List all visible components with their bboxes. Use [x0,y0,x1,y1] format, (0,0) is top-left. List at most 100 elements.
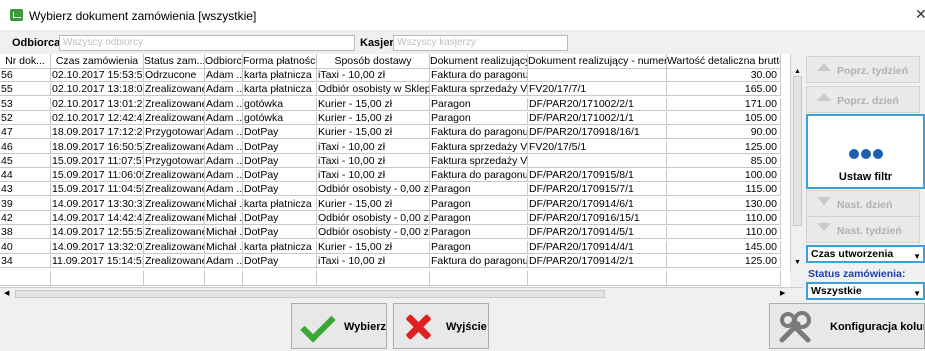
payment-cell: DotPay [243,154,317,168]
customer-cell: Michał ... [205,226,243,240]
doc-cell: Paragon [430,97,528,111]
table-row[interactable]: 38 14.09.2017 12:55:53 Zrealizowane Michał … [0,226,781,240]
next-week-button[interactable]: Nast. tydzień [806,216,920,243]
odbiorca-input[interactable]: Wszyscy odbiorcy [59,35,355,51]
value-cell: 105.00 [667,111,781,125]
value-cell: 125.00 [667,254,781,268]
table-row[interactable]: 53 02.10.2017 13:01:26 Zrealizowane Adam ..… [0,97,781,111]
table-row[interactable]: 46 18.09.2017 16:50:57 Zrealizowane Adam ..… [0,140,781,154]
payment-cell: DotPay [243,226,317,240]
nr-cell: 56 [0,69,51,82]
scroll-left-icon[interactable]: ◀ [4,289,9,297]
column-header[interactable]: Status zam... [144,54,205,69]
prev-week-label: Poprz. tydzień [837,65,909,77]
column-header[interactable]: Wartość detaliczna brutto [667,54,781,69]
scroll-down-icon[interactable]: ▼ [794,259,801,266]
doc-cell: Paragon [430,197,528,211]
arrow-up-icon [817,93,831,101]
horizontal-scroll-thumb[interactable] [15,290,605,298]
table-row[interactable]: 43 15.09.2017 11:04:55 Zrealizowane Adam ..… [0,183,781,197]
nr-cell: 53 [0,97,51,111]
column-header[interactable]: Nr dok... [0,54,51,69]
table-row[interactable]: 45 15.09.2017 11:07:57 Przygotowane Adam ..… [0,154,781,168]
summary-cell [528,271,667,286]
customer-cell: Michał ... [205,240,243,254]
nr-cell: 55 [0,83,51,97]
table-row[interactable]: 52 02.10.2017 12:42:43 Zrealizowane Adam ..… [0,111,781,125]
delivery-cell: Odbiór osobisty w Sklepie... [317,83,430,97]
status-cell: Zrealizowane [144,83,205,97]
doc-cell: Paragon [430,226,528,240]
payment-cell: DotPay [243,169,317,183]
payment-cell: gotówka [243,97,317,111]
column-header[interactable]: Czas zamówienia [51,54,144,69]
prev-week-button[interactable]: Poprz. tydzień [806,56,920,83]
column-config-button[interactable]: Konfiguracja kolumn [769,303,925,349]
payment-cell: gotówka [243,111,317,125]
customer-cell: Adam ... [205,111,243,125]
column-header[interactable]: Dokument realizujący - numer [528,54,667,69]
table-row[interactable]: 42 14.09.2017 14:42:40 Zrealizowane Michał … [0,212,781,225]
doc-cell: Faktura do paragonu [430,254,528,268]
kasjer-label: Kasjer: [360,37,398,49]
nr-cell: 34 [0,254,51,268]
delivery-cell: Odbiór osobisty - 0,00 zł [317,183,430,197]
column-header[interactable]: Forma płatności [243,54,317,69]
table-row[interactable]: 55 02.10.2017 13:18:06 Zrealizowane Adam ..… [0,83,781,97]
time-cell: 18.09.2017 17:12:29 [51,126,144,140]
doc-number-cell: DF/PAR20/170915/8/1 [528,169,667,183]
scroll-up-icon[interactable]: ▲ [794,68,801,75]
doc-cell: Faktura do paragonu [430,69,528,82]
nr-cell: 47 [0,126,51,140]
table-row[interactable]: 47 18.09.2017 17:12:29 Przygotowane Adam ..… [0,126,781,140]
set-filter-button[interactable]: Ustaw filtr [806,114,925,189]
doc-cell: Faktura sprzedaży Vat [430,154,528,168]
column-header[interactable]: Dokument realizujący [430,54,528,69]
horizontal-scrollbar[interactable]: ◀ ▶ [0,287,803,300]
window-title: Wybierz dokument zamówienia [wszystkie] [29,9,257,23]
time-cell: 15.09.2017 11:04:55 [51,183,144,197]
table-row[interactable]: 39 14.09.2017 13:30:39 Zrealizowane Michał … [0,197,781,211]
table-row[interactable]: 44 15.09.2017 11:06:09 Zrealizowane Adam ..… [0,169,781,183]
column-header[interactable]: Odbiorca [205,54,243,69]
filter-bar: Odbiorca: Wszyscy odbiorcy Kasjer: Wszys… [0,34,925,52]
doc-cell: Faktura do paragonu [430,126,528,140]
delivery-cell: Kurier - 15,00 zł [317,197,430,211]
column-header[interactable]: Sposób dostawy [317,54,430,69]
nr-cell: 43 [0,183,51,197]
doc-cell: Paragon [430,240,528,254]
status-cell: Odrzucone [144,69,205,82]
choose-button[interactable]: Wybierz [291,303,387,349]
summary-cell [0,271,51,286]
delivery-cell: Odbiór osobisty - 0,00 zł [317,226,430,240]
status-select[interactable]: Wszystkie ▼ [806,282,925,300]
customer-cell: Adam ... [205,126,243,140]
table-row[interactable]: 40 14.09.2017 13:32:08 Zrealizowane Michał … [0,240,781,254]
value-cell: 90.00 [667,126,781,140]
prev-day-button[interactable]: Poprz. dzień [806,86,920,113]
summary-cell [317,271,430,286]
customer-cell: Adam ... [205,183,243,197]
sort-by-select[interactable]: Czas utworzenia ▼ [806,245,925,263]
set-filter-label: Ustaw filtr [838,171,893,183]
nr-cell: 39 [0,197,51,211]
orders-table: Nr dok... Czas zamówienia Status zam... Odb… [0,54,790,271]
next-day-button[interactable]: Nast. dzień [806,190,920,217]
doc-cell: Faktura sprzedaży Vat [430,83,528,97]
scroll-right-icon[interactable]: ▶ [780,289,785,297]
summary-cell [667,271,781,286]
summary-cell [205,271,243,286]
kasjer-input[interactable]: Wszyscy kasjerzy [393,35,568,51]
status-cell: Zrealizowane [144,197,205,211]
close-icon[interactable]: ✕ [915,6,925,23]
vertical-scrollbar[interactable]: ▲ ▼ [790,54,804,271]
status-cell: Zrealizowane [144,226,205,240]
chevron-down-icon: ▼ [913,252,921,261]
prev-day-label: Poprz. dzień [837,95,899,107]
value-cell: 145.00 [667,240,781,254]
doc-cell: Faktura sprzedaży Vat [430,140,528,154]
table-row[interactable]: 34 11.09.2017 15:14:51 Zrealizowane Adam ..… [0,254,781,268]
exit-button[interactable]: Wyjście [393,303,489,349]
vertical-scroll-thumb[interactable] [793,76,802,226]
table-row[interactable]: 56 02.10.2017 15:53:56 Odrzucone Adam ... ka… [0,69,781,82]
